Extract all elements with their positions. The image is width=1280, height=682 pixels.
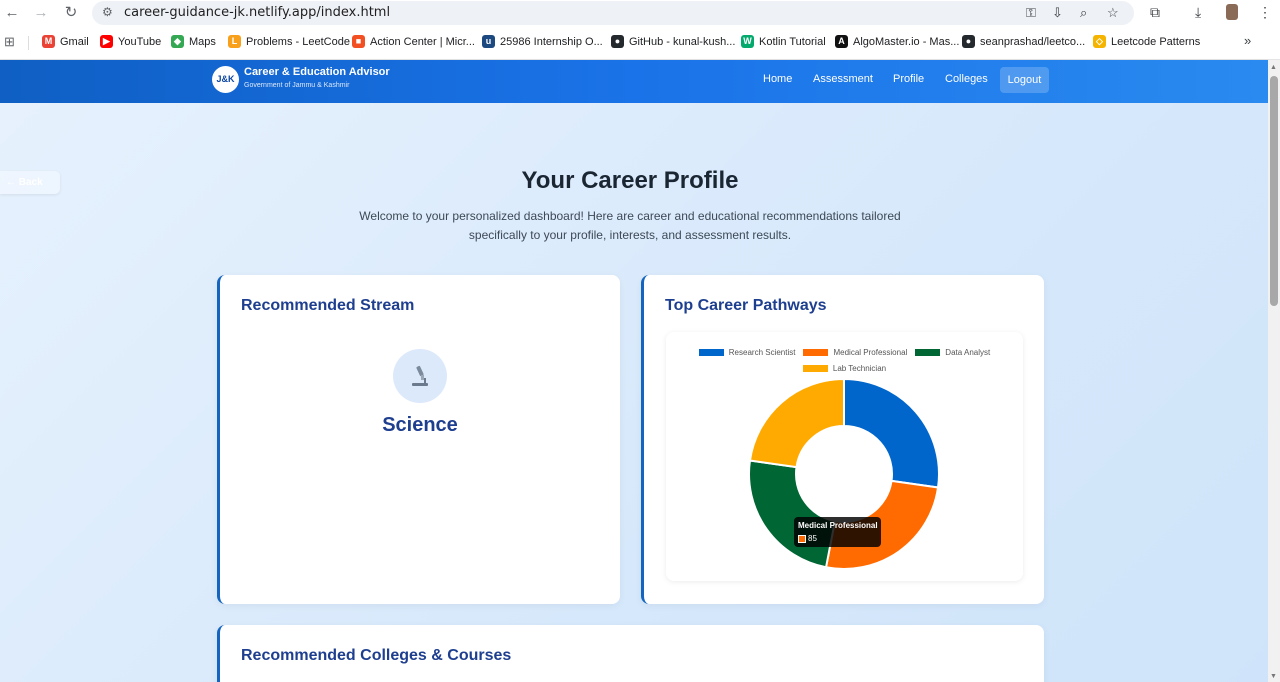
tooltip-value: 85 (808, 534, 817, 543)
bookmark-star-icon[interactable]: ☆ (1107, 5, 1119, 21)
brand-subtitle: Government of Jammu & Kashmir (244, 82, 350, 89)
legend-swatch (802, 365, 828, 372)
bookmarks-bar: ⊞ M Gmail ▶ YouTube ◆ Maps L Problems - LeetCod… (0, 26, 1280, 60)
browser-toolbar: ← → ↻ ⚙ career-guidance-jk.netlify.app/i… (0, 0, 1280, 26)
password-key-icon[interactable]: ⚿ (1026, 5, 1036, 21)
legend-label: Medical Professional (833, 348, 908, 357)
bookmarks-divider (28, 36, 29, 50)
career-chart: Research Scientist Medical Professional Da… (666, 332, 1023, 581)
bookmark-label: Maps (189, 35, 216, 48)
legend-label: Lab Technician (832, 364, 887, 373)
bookmark-label: Leetcode Patterns (1111, 35, 1201, 48)
bookmark-label: YouTube (118, 35, 162, 48)
profile-page: ← Back Your Career Profile Welcome to yo… (0, 103, 1268, 682)
leetcode-icon: L (228, 35, 241, 48)
nav-assessment[interactable]: Assessment (813, 73, 873, 85)
doughnut-slice-research-scientist[interactable] (843, 378, 940, 489)
github-icon: ● (611, 35, 624, 48)
gmail-icon: M (42, 35, 55, 48)
page-title: Your Career Profile (521, 167, 739, 194)
microsoft-icon: ■ (352, 35, 365, 48)
apps-grid-icon[interactable]: ⊞ (4, 34, 15, 50)
algomaster-icon: A (835, 35, 848, 48)
bookmark-item[interactable]: ▶ YouTube (100, 35, 161, 48)
bookmark-item[interactable]: ● seanprashad/leetco... (962, 35, 1085, 48)
back-arrow-icon[interactable]: ← (3, 4, 21, 22)
bookmark-item[interactable]: ◆ Maps (171, 35, 216, 48)
youtube-icon: ▶ (100, 35, 113, 48)
legend-item[interactable]: Lab Technician (802, 361, 887, 376)
zoom-icon[interactable]: ⌕ (1080, 5, 1087, 21)
brand-title: Career & Education Advisor (244, 66, 390, 78)
bookmark-label: Kotlin Tutorial (759, 35, 826, 48)
github-icon: ● (962, 35, 975, 48)
w3schools-icon: W (741, 35, 754, 48)
extensions-icon[interactable]: ⧉ (1150, 4, 1160, 21)
doughnut-slice-lab-technician[interactable] (748, 378, 845, 469)
site-settings-icon[interactable]: ⚙ (102, 5, 113, 19)
chart-tooltip: Medical Professional 85 (794, 517, 881, 547)
legend-item[interactable]: Medical Professional (803, 345, 907, 360)
bookmark-item[interactable]: ● GitHub - kunal-kush... (611, 35, 735, 48)
bookmark-label: seanprashad/leetco... (980, 35, 1086, 48)
bookmark-label: Gmail (60, 35, 89, 48)
unstop-icon: u (482, 35, 495, 48)
career-pathways-card: Top Career Pathways Research Scientist Me… (641, 275, 1044, 604)
bookmark-item[interactable]: A AlgoMaster.io - Mas... (835, 35, 959, 48)
card-title: Recommended Stream (241, 297, 415, 314)
bookmark-item[interactable]: u 25986 Internship O... (482, 35, 603, 48)
page-subtitle: Welcome to your personalized dashboard! … (359, 209, 901, 242)
legend-swatch (915, 349, 941, 356)
legend-label: Research Scientist (728, 348, 796, 357)
install-app-icon[interactable]: ⇩ (1052, 5, 1063, 21)
bookmark-item[interactable]: L Problems - LeetCode (228, 35, 350, 48)
jk-logo[interactable]: J&K (212, 66, 239, 93)
downloads-icon[interactable]: ⤓ (1195, 4, 1201, 21)
more-bookmarks-icon[interactable]: » (1244, 33, 1251, 48)
bookmark-label: AlgoMaster.io - Mas... (853, 35, 960, 48)
scroll-thumb[interactable] (1270, 76, 1278, 306)
legend-swatch (698, 349, 724, 356)
browser-menu-icon[interactable]: ⋮ (1258, 4, 1272, 21)
doughnut-slice-data-analyst[interactable] (748, 459, 837, 569)
profile-avatar[interactable] (1226, 4, 1238, 20)
address-bar[interactable]: ⚙ career-guidance-jk.netlify.app/index.h… (92, 1, 1134, 25)
chart-legend: Research Scientist Medical Professional Da… (666, 345, 1023, 377)
nav-profile[interactable]: Profile (893, 73, 924, 85)
legend-label: Data Analyst (945, 348, 991, 357)
url-text[interactable]: career-guidance-jk.netlify.app/index.htm… (124, 5, 390, 20)
page-scrollbar[interactable]: ▲ ▼ (1268, 60, 1280, 682)
legend-item[interactable]: Research Scientist (698, 345, 796, 360)
bookmark-label: Problems - LeetCode (246, 35, 350, 48)
card-title: Recommended Colleges & Courses (241, 647, 512, 664)
recommended-stream-card: Recommended Stream Science (217, 275, 620, 604)
card-title: Top Career Pathways (665, 297, 827, 314)
bookmark-label: 25986 Internship O... (500, 35, 603, 48)
scroll-up-icon[interactable]: ▲ (1270, 64, 1277, 71)
tooltip-title: Medical Professional (798, 521, 878, 530)
colleges-card: Recommended Colleges & Courses (217, 625, 1044, 682)
bookmark-item[interactable]: ◇ Leetcode Patterns (1093, 35, 1200, 48)
bookmark-item[interactable]: M Gmail (42, 35, 89, 48)
maps-icon: ◆ (171, 35, 184, 48)
microscope-icon (393, 349, 447, 403)
logout-button[interactable]: Logout (1000, 67, 1049, 93)
scroll-down-icon[interactable]: ▼ (1270, 673, 1277, 680)
bookmark-label: GitHub - kunal-kush... (629, 35, 736, 48)
tooltip-swatch (798, 535, 806, 543)
legend-item[interactable]: Data Analyst (915, 345, 990, 360)
bookmark-label: Action Center | Micr... (370, 35, 475, 48)
leetcode-patterns-icon: ◇ (1093, 35, 1106, 48)
legend-swatch (803, 349, 829, 356)
reload-icon[interactable]: ↻ (62, 4, 80, 22)
nav-home[interactable]: Home (763, 73, 792, 85)
app-header: J&K Career & Education Advisor Governmen… (0, 60, 1268, 103)
stream-name: Science (382, 414, 458, 436)
forward-arrow-icon[interactable]: → (32, 4, 50, 22)
bookmark-item[interactable]: ■ Action Center | Micr... (352, 35, 475, 48)
nav-colleges[interactable]: Colleges (945, 73, 988, 85)
bookmark-item[interactable]: W Kotlin Tutorial (741, 35, 826, 48)
